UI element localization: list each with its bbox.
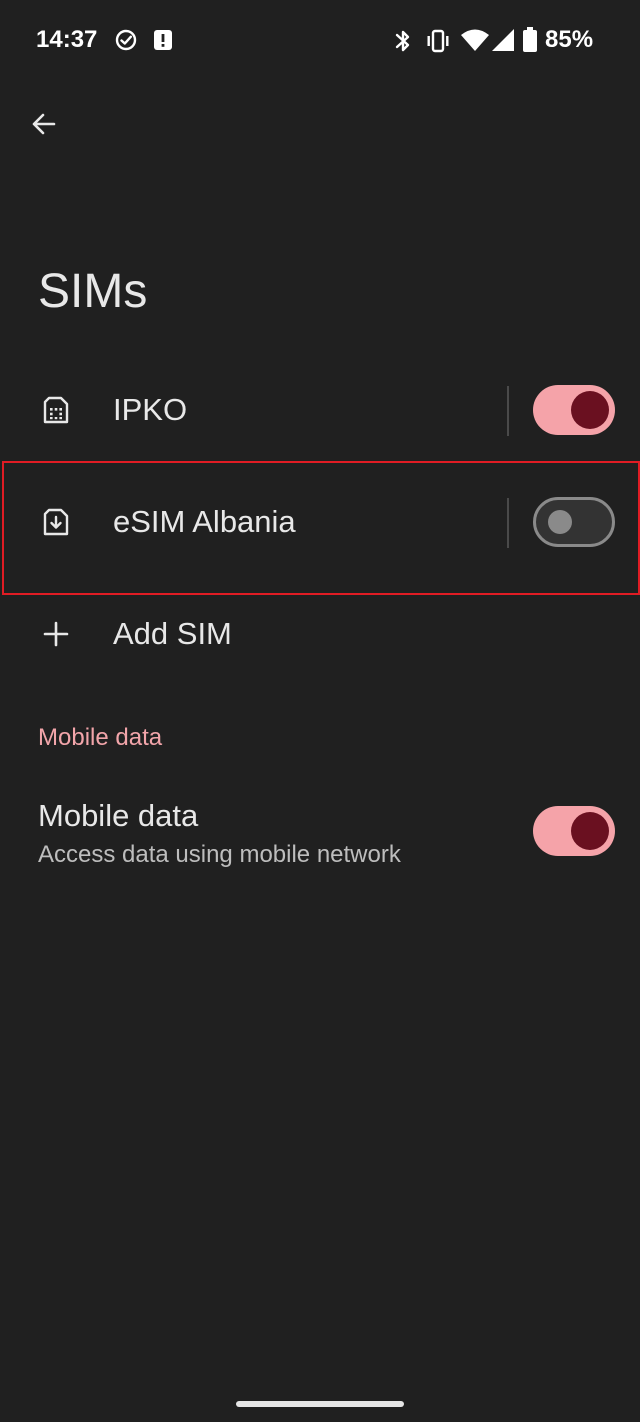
mobile-data-title: Mobile data [38,798,199,833]
toggle-knob [548,510,572,534]
sim-card-icon [40,394,72,426]
wifi-icon [460,28,490,52]
mobile-data-toggle[interactable] [533,806,615,856]
mobile-data-row[interactable]: Mobile data Access data using mobile net… [0,780,640,890]
sim-toggle-ipko[interactable] [533,385,615,435]
home-indicator[interactable] [236,1401,404,1407]
plus-icon [40,618,72,650]
add-sim-label: Add SIM [113,616,232,651]
signal-icon [490,28,516,52]
vibrate-icon [424,28,452,54]
add-sim-button[interactable]: Add SIM [0,590,640,680]
sim-row-ipko[interactable]: IPKO [0,354,640,466]
toggle-knob [571,812,609,850]
esim-download-icon [40,506,72,538]
battery-percentage: 85% [545,26,594,53]
section-header-mobile-data: Mobile data [38,724,163,751]
status-time: 14:37 [36,26,98,53]
sim-label: eSIM Albania [113,504,296,539]
sim-label: IPKO [113,392,188,427]
divider [507,498,509,548]
toggle-knob [571,391,609,429]
mobile-data-subtitle: Access data using mobile network [38,841,401,868]
sim-row-esim-albania[interactable]: eSIM Albania [0,466,640,578]
back-button[interactable] [20,100,68,148]
alert-icon [152,29,174,51]
battery-icon [522,27,538,53]
check-circle-icon [114,28,138,52]
page-title: SIMs [38,265,148,318]
divider [507,386,509,436]
back-arrow-icon [32,113,56,135]
sim-toggle-esim-albania[interactable] [533,497,615,547]
bluetooth-icon [392,28,414,54]
